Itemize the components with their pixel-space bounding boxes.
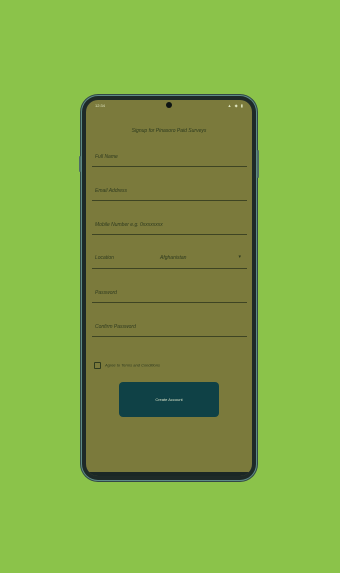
location-select[interactable]: Location Afghanistan ▾ — [92, 246, 247, 269]
status-bar: 12:34 ▲ ◆ ▮ — [86, 100, 252, 112]
terms-checkbox[interactable] — [94, 362, 101, 369]
password-field[interactable]: Password — [92, 280, 247, 303]
chevron-down-icon: ▾ — [238, 254, 241, 260]
app-screen: 12:34 ▲ ◆ ▮ Signup for Pinasoro Paid Sur… — [86, 100, 252, 476]
email-placeholder: Email Address — [95, 188, 128, 194]
terms-checkbox-row[interactable]: Agree to Terms and Conditions — [94, 362, 160, 369]
page-title: Signup for Pinasoro Paid Surveys — [131, 128, 207, 134]
email-field[interactable]: Email Address — [92, 178, 247, 201]
phone-volume-button — [257, 150, 259, 178]
full-name-field[interactable]: Full Name — [92, 144, 247, 167]
full-name-placeholder: Full Name — [95, 154, 118, 160]
confirm-password-field[interactable]: Confirm Password — [92, 314, 247, 337]
camera-notch-icon — [166, 102, 172, 108]
phone-side-button — [79, 156, 81, 172]
location-label: Location — [95, 255, 114, 261]
phone-frame: 12:34 ▲ ◆ ▮ Signup for Pinasoro Paid Sur… — [79, 96, 259, 480]
navigation-bar — [86, 472, 252, 476]
mobile-field[interactable]: Mobile Number e.g. 0xxxxxxxx — [92, 212, 247, 235]
create-account-button[interactable]: Create Account — [119, 382, 219, 417]
password-placeholder: Password — [95, 290, 117, 296]
status-time: 12:34 — [95, 103, 106, 108]
confirm-password-placeholder: Confirm Password — [95, 324, 136, 330]
terms-label: Agree to Terms and Conditions — [104, 362, 160, 368]
location-value: Afghanistan — [160, 255, 187, 261]
status-icons: ▲ ◆ ▮ — [227, 103, 244, 108]
mobile-placeholder: Mobile Number e.g. 0xxxxxxxx — [95, 222, 163, 228]
